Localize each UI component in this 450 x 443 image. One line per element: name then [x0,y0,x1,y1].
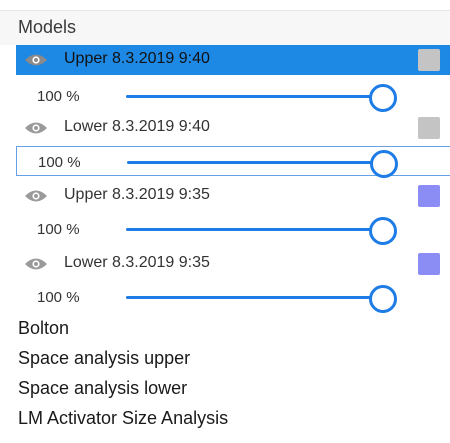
models-header: Models [0,10,450,45]
opacity-value: 100 % [37,221,80,238]
slider-track[interactable] [126,95,382,98]
analysis-item-space-lower[interactable]: Space analysis lower [18,378,187,399]
analysis-item-lm-activator[interactable]: LM Activator Size Analysis [18,408,228,429]
slider-thumb[interactable] [369,285,397,313]
model-label: Lower 8.3.2019 9:40 [64,118,210,135]
model-color-swatch[interactable] [418,253,440,275]
analysis-item-bolton[interactable]: Bolton [18,318,69,339]
opacity-row-upper-940: 100 % [16,81,450,112]
model-color-swatch[interactable] [418,117,440,139]
model-row-upper-935[interactable]: Upper 8.3.2019 9:35 [16,181,450,211]
opacity-value: 100 % [38,154,81,171]
opacity-value: 100 % [37,88,80,105]
models-panel: Models Upper 8.3.2019 9:40 100 % Lower 8… [0,0,450,443]
slider-track[interactable] [127,161,383,164]
models-title: Models [18,17,77,37]
eye-icon[interactable] [24,189,48,203]
eye-icon[interactable] [24,121,48,135]
eye-icon[interactable] [24,257,48,271]
slider-track[interactable] [126,296,382,299]
model-label: Upper 8.3.2019 9:35 [64,186,210,203]
model-color-swatch[interactable] [418,49,440,71]
opacity-slider[interactable] [127,149,403,178]
model-row-lower-940[interactable]: Lower 8.3.2019 9:40 [16,113,450,143]
model-label: Lower 8.3.2019 9:35 [64,254,210,271]
model-label: Upper 8.3.2019 9:40 [64,50,210,67]
opacity-slider[interactable] [126,284,402,313]
slider-thumb[interactable] [370,150,398,178]
slider-thumb[interactable] [369,84,397,112]
opacity-row-upper-935: 100 % [16,214,450,245]
model-color-swatch[interactable] [418,185,440,207]
opacity-slider[interactable] [126,216,402,245]
opacity-value: 100 % [37,289,80,306]
opacity-slider[interactable] [126,83,402,112]
opacity-row-lower-940: 100 % [16,146,450,178]
opacity-row-lower-935: 100 % [16,282,450,313]
slider-thumb[interactable] [369,217,397,245]
analysis-item-space-upper[interactable]: Space analysis upper [18,348,190,369]
eye-icon[interactable] [24,53,48,67]
model-row-upper-940[interactable]: Upper 8.3.2019 9:40 [16,45,450,75]
slider-track[interactable] [126,228,382,231]
model-row-lower-935[interactable]: Lower 8.3.2019 9:35 [16,249,450,279]
